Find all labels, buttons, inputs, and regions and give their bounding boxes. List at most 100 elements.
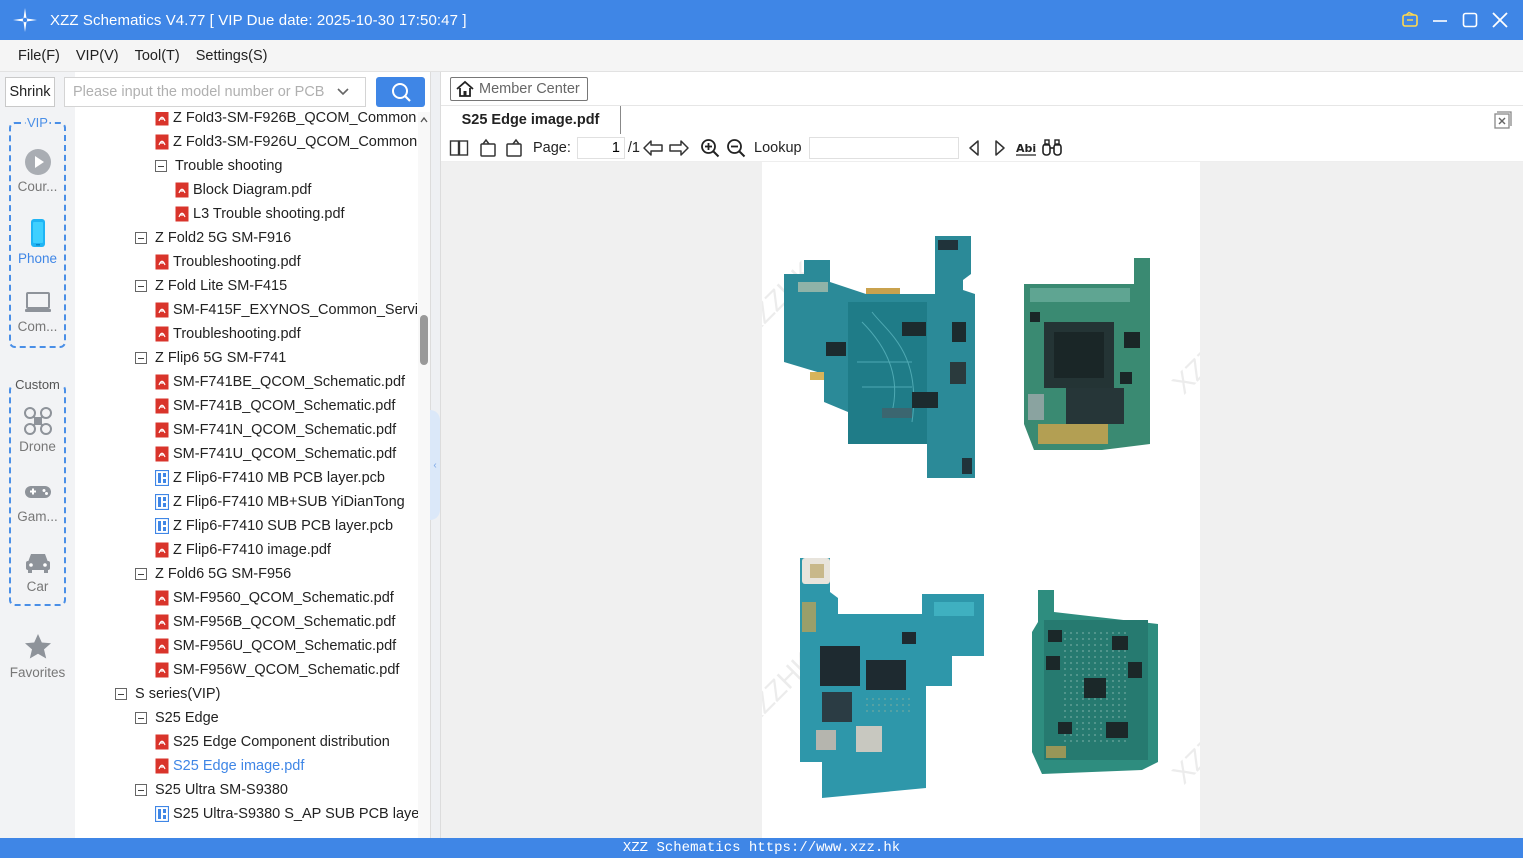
match-case-icon[interactable]: Abi xyxy=(1015,137,1037,159)
tree-file[interactable]: SM-F956W_QCOM_Schematic.pdf xyxy=(155,658,399,682)
file-tree[interactable]: Z Fold3-SM-F926B_QCOM_Common Z Fold3-SM-F… xyxy=(75,112,418,838)
tree-file[interactable]: Z Fold3-SM-F926U_QCOM_Common xyxy=(155,130,417,154)
tree-scroll-thumb[interactable] xyxy=(420,315,428,365)
tree-file[interactable]: S25 Edge image.pdf xyxy=(155,754,304,778)
menu-settings[interactable]: Settings(S) xyxy=(196,48,268,64)
tree-file[interactable]: SM-F741N_QCOM_Schematic.pdf xyxy=(155,418,396,442)
collapse-toggle-icon[interactable] xyxy=(135,352,147,364)
laptop-icon xyxy=(24,292,51,312)
rail-item-drone[interactable]: Drone xyxy=(11,402,64,464)
tree-folder[interactable]: Z Flip6 5G SM-F741 xyxy=(135,346,286,370)
rail-item-favorites[interactable]: Favorites xyxy=(0,628,75,690)
tree-item-label: SM-F741U_QCOM_Schematic.pdf xyxy=(173,446,397,462)
tree-file[interactable]: SM-F956U_QCOM_Schematic.pdf xyxy=(155,634,396,658)
app-logo-icon xyxy=(13,8,37,32)
tree-file[interactable]: S25 Edge Component distribution xyxy=(155,730,390,754)
tree-file[interactable]: Troubleshooting.pdf xyxy=(155,322,301,346)
collapse-toggle-icon[interactable] xyxy=(135,712,147,724)
previous-page-icon[interactable] xyxy=(642,137,664,159)
tree-file[interactable]: SM-F956B_QCOM_Schematic.pdf xyxy=(155,610,395,634)
find-previous-icon[interactable] xyxy=(963,137,985,159)
tree-file[interactable]: Z Flip6-F7410 MB+SUB YiDianTong xyxy=(155,490,405,514)
panel-splitter[interactable]: ‹ xyxy=(430,72,441,838)
viewer-toolbar: Page: /1 Lookup Abi xyxy=(441,134,1523,162)
tree-file[interactable]: Z Flip6-F7410 MB PCB layer.pcb xyxy=(155,466,385,490)
tree-folder[interactable]: Z Fold2 5G SM-F916 xyxy=(135,226,291,250)
tree-folder[interactable]: Z Fold6 5G SM-F956 xyxy=(135,562,291,586)
collapse-toggle-icon[interactable] xyxy=(155,160,167,172)
menu-tool[interactable]: Tool(T) xyxy=(135,48,180,64)
page-number-input[interactable] xyxy=(576,136,625,159)
next-page-icon[interactable] xyxy=(668,137,690,159)
menu-vip[interactable]: VIP(V) xyxy=(76,48,119,64)
tree-folder[interactable]: Trouble shooting xyxy=(155,154,282,178)
tree-file[interactable]: Z Flip6-F7410 SUB PCB layer.pcb xyxy=(155,514,393,538)
tree-folder[interactable]: S series(VIP) xyxy=(115,682,220,706)
search-input[interactable] xyxy=(65,79,335,105)
pdf-file-icon xyxy=(155,662,173,678)
minimize-icon[interactable] xyxy=(1431,11,1449,29)
collapse-toggle-icon[interactable] xyxy=(135,568,147,580)
zoom-in-icon[interactable] xyxy=(699,137,721,159)
rail-item-label: Car xyxy=(26,579,49,594)
tree-item-label: Z Fold3-SM-F926U_QCOM_Common xyxy=(173,134,418,150)
pcb-board-top-left xyxy=(784,236,975,478)
tree-file[interactable]: S25 Ultra-S9380 S_AP SUB PCB layer xyxy=(155,802,418,826)
shrink-button[interactable]: Shrink xyxy=(5,77,55,107)
document-page[interactable]: XZZ@XZZHK XZZ@XZZHK XZZ@XZZHK XZZ@XZZHK xyxy=(762,162,1200,838)
rail-item-game[interactable]: Gam... xyxy=(11,474,64,536)
collapse-toggle-icon[interactable] xyxy=(135,280,147,292)
binoculars-icon[interactable] xyxy=(1041,137,1063,159)
wallet-icon[interactable] xyxy=(1401,11,1419,29)
tree-file[interactable]: Z Flip6-F7410 image.pdf xyxy=(155,538,331,562)
rail-item-label: Favorites xyxy=(9,665,66,680)
zoom-out-icon[interactable] xyxy=(725,137,747,159)
rotate-left-icon[interactable] xyxy=(477,137,499,159)
rotate-right-icon[interactable] xyxy=(503,137,525,159)
lookup-input[interactable] xyxy=(808,136,959,159)
tree-item-label: SM-F741B_QCOM_Schematic.pdf xyxy=(173,398,396,414)
tree-file[interactable]: SM-F415F_EXYNOS_Common_Servi xyxy=(155,298,418,322)
tree-item-label: Z Fold3-SM-F926B_QCOM_Common xyxy=(173,112,417,126)
tree-folder[interactable]: S25 Ultra SM-S9380 xyxy=(135,778,288,802)
close-document-icon[interactable] xyxy=(1494,111,1512,129)
two-page-icon[interactable] xyxy=(448,137,470,159)
maximize-icon[interactable] xyxy=(1461,11,1479,29)
tab-s25-edge-image[interactable]: S25 Edge image.pdf xyxy=(441,106,621,134)
tree-folder[interactable]: S25 Edge xyxy=(135,706,219,730)
tree-file[interactable]: SM-F741BE_QCOM_Schematic.pdf xyxy=(155,370,405,394)
collapse-toggle-icon[interactable] xyxy=(135,784,147,796)
member-center-button[interactable]: Member Center xyxy=(450,77,588,101)
model-search-combo[interactable] xyxy=(64,77,366,107)
scroll-up-icon[interactable] xyxy=(419,115,429,125)
rail-item-computer[interactable]: Com... xyxy=(11,284,64,346)
tree-file[interactable]: Z Fold3-SM-F926B_QCOM_Common xyxy=(155,112,416,130)
tree-file[interactable]: Block Diagram.pdf xyxy=(175,178,311,202)
find-next-icon[interactable] xyxy=(989,137,1011,159)
pdf-file-icon xyxy=(175,206,193,222)
chevron-down-icon[interactable] xyxy=(335,84,351,100)
tree-item-label: Z Fold6 5G SM-F956 xyxy=(155,566,292,582)
rail-item-courses[interactable]: Cour... xyxy=(11,144,64,206)
tree-file[interactable]: SM-F741B_QCOM_Schematic.pdf xyxy=(155,394,395,418)
collapse-handle[interactable]: ‹ xyxy=(430,410,440,520)
rail-item-car[interactable]: Car xyxy=(11,544,64,606)
collapse-toggle-icon[interactable] xyxy=(135,232,147,244)
tree-file[interactable]: L3 Trouble shooting.pdf xyxy=(175,202,345,226)
tree-file[interactable]: SM-F9560_QCOM_Schematic.pdf xyxy=(155,586,394,610)
drone-icon xyxy=(23,407,52,435)
tree-folder[interactable]: Z Fold Lite SM-F415 xyxy=(135,274,287,298)
tree-file[interactable]: SM-F741U_QCOM_Schematic.pdf xyxy=(155,442,396,466)
rail-item-phone[interactable]: Phone xyxy=(11,214,64,276)
menu-file[interactable]: File(F) xyxy=(18,48,60,64)
pdf-file-icon xyxy=(155,326,173,342)
tree-scrollbar[interactable] xyxy=(418,112,430,838)
tree-item-label: Trouble shooting xyxy=(175,158,283,174)
tree-item-label: S25 Ultra SM-S9380 xyxy=(155,782,288,798)
tree-file[interactable]: Troubleshooting.pdf xyxy=(155,250,301,274)
close-icon[interactable] xyxy=(1491,11,1509,29)
pdf-file-icon xyxy=(155,734,173,750)
collapse-toggle-icon[interactable] xyxy=(115,688,127,700)
tree-item-label: S25 Edge xyxy=(155,710,219,726)
search-button[interactable] xyxy=(376,77,425,107)
